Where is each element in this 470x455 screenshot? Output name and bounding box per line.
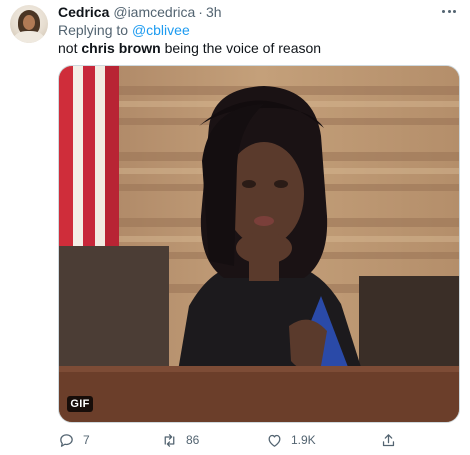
tweet-text-after: being the voice of reason xyxy=(160,40,322,56)
avatar-shirt xyxy=(14,31,44,43)
tweet-actions: 7 86 1.9K xyxy=(58,430,460,450)
retweet-count: 86 xyxy=(186,433,200,447)
reply-button[interactable]: 7 xyxy=(58,430,90,450)
more-options-icon[interactable] xyxy=(439,3,459,19)
tweet-text-before: not xyxy=(58,40,82,56)
share-button[interactable] xyxy=(380,430,397,450)
like-button[interactable]: 1.9K xyxy=(266,430,316,450)
retweet-button[interactable]: 86 xyxy=(161,430,199,450)
gif-frame-image xyxy=(59,66,459,422)
reply-icon xyxy=(60,433,73,447)
tweet-text-bold: chris brown xyxy=(81,40,161,56)
retweet-icon xyxy=(164,433,175,447)
replying-to: Replying to @cblivee xyxy=(58,22,190,38)
avatar[interactable] xyxy=(10,5,48,43)
tweet-header: Cedrica @iamcedrica · 3h xyxy=(58,3,222,21)
tweet[interactable]: Cedrica @iamcedrica · 3h Replying to @cb… xyxy=(0,0,470,455)
heart-icon xyxy=(268,434,281,447)
replying-to-label: Replying to xyxy=(58,22,132,38)
separator-dot: · xyxy=(198,4,203,20)
reply-count: 7 xyxy=(83,433,90,447)
tweet-time[interactable]: 3h xyxy=(206,4,222,20)
author-name[interactable]: Cedrica xyxy=(58,4,109,20)
gif-badge: GIF xyxy=(67,396,93,412)
replying-to-handle-link[interactable]: @cblivee xyxy=(132,22,190,38)
tweet-text: not chris brown being the voice of reaso… xyxy=(58,40,321,56)
like-count: 1.9K xyxy=(291,433,316,447)
avatar-face xyxy=(23,15,35,30)
author-handle[interactable]: @iamcedrica xyxy=(113,4,195,20)
gif-media[interactable]: GIF xyxy=(58,65,460,423)
share-icon xyxy=(382,433,395,446)
